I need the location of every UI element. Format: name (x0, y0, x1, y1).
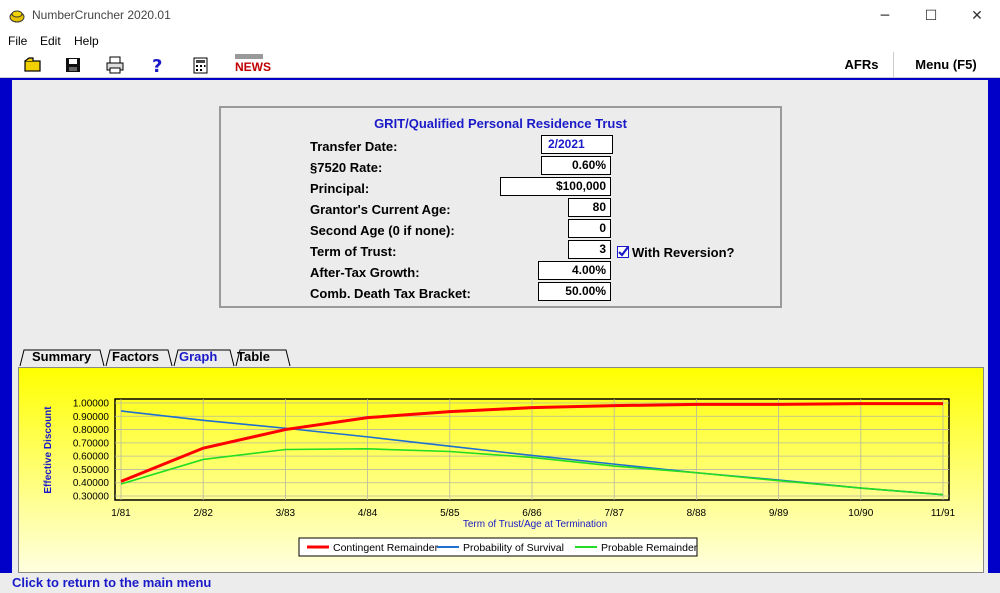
main-panel: GRIT/Qualified Personal Residence Trust … (12, 80, 988, 573)
y-tick-label: 0.80000 (73, 425, 110, 436)
principal-label: Principal: (310, 181, 370, 196)
second-age-label: Second Age (0 if none): (310, 223, 455, 238)
menu-f5-button[interactable]: Menu (F5) (893, 52, 998, 78)
term-field[interactable]: 3 (568, 240, 611, 259)
tab-graph[interactable]: Graph (179, 349, 217, 364)
print-icon[interactable] (105, 55, 125, 75)
effective-discount-chart: 1.00000 0.90000 0.80000 0.70000 0.60000 0.500… (19, 368, 983, 572)
grantor-age-label: Grantor's Current Age: (310, 202, 451, 217)
tab-table[interactable]: Table (237, 349, 270, 364)
principal-field[interactable]: $100,000 (500, 177, 611, 196)
news-icon[interactable]: NEWS (235, 54, 271, 76)
transfer-date-label: Transfer Date: (310, 139, 398, 154)
x-tick-label: 5/85 (440, 508, 460, 519)
term-label: Term of Trust: (310, 244, 397, 259)
tab-factors[interactable]: Factors (112, 349, 159, 364)
legend-label: Contingent Remainder (333, 542, 439, 554)
graph-panel: 1.00000 0.90000 0.80000 0.70000 0.60000 0.500… (18, 367, 984, 573)
menu-file[interactable]: File (8, 34, 27, 48)
y-tick-label: 1.00000 (73, 399, 110, 410)
x-tick-label: 2/82 (193, 508, 213, 519)
checkmark-icon (618, 246, 629, 257)
legend-label: Probable Remainder (601, 542, 698, 554)
y-tick-label: 0.90000 (73, 412, 110, 423)
y-axis-label: Effective Discount (43, 406, 54, 494)
maximize-button[interactable]: ☐ (908, 0, 954, 32)
y-tick-label: 0.50000 (73, 465, 110, 476)
x-axis-label: Term of Trust/Age at Termination (463, 519, 607, 530)
legend-label: Probability of Survival (463, 542, 564, 554)
y-tick-label: 0.40000 (73, 478, 110, 489)
status-text[interactable]: Click to return to the main menu (12, 575, 211, 590)
app-icon (9, 10, 25, 23)
tab-summary[interactable]: Summary (32, 349, 91, 364)
title-bar: NumberCruncher 2020.01 ─ ☐ ✕ (0, 0, 1000, 32)
menu-edit[interactable]: Edit (40, 34, 61, 48)
x-tick-label: 7/87 (604, 508, 624, 519)
open-folder-icon[interactable] (23, 55, 43, 75)
x-tick-label: 3/83 (276, 508, 296, 519)
second-age-field[interactable]: 0 (568, 219, 611, 238)
save-icon[interactable] (63, 55, 83, 75)
y-tick-label: 0.30000 (73, 492, 110, 503)
help-question-icon[interactable]: ? (148, 55, 168, 75)
x-tick-label: 10/90 (848, 508, 873, 519)
news-label: NEWS (235, 60, 271, 74)
y-tick-label: 0.70000 (73, 438, 110, 449)
x-tick-label: 6/86 (522, 508, 542, 519)
transfer-date-field[interactable]: 2/2021 (541, 135, 613, 154)
reversion-label: With Reversion? (632, 245, 735, 260)
reversion-checkbox[interactable] (617, 246, 629, 258)
x-tick-label: 8/88 (687, 508, 707, 519)
chart-legend: Contingent Remainder Probability of Survi… (298, 537, 698, 557)
y-tick-label: 0.60000 (73, 452, 110, 463)
calculator-icon[interactable] (191, 55, 211, 75)
main-stage: GRIT/Qualified Personal Residence Trust … (0, 78, 1000, 573)
bracket-label: Comb. Death Tax Bracket: (310, 286, 471, 301)
minimize-button[interactable]: ─ (862, 0, 908, 32)
menu-help[interactable]: Help (74, 34, 99, 48)
close-button[interactable]: ✕ (954, 0, 1000, 32)
form-title: GRIT/Qualified Personal Residence Trust (374, 116, 627, 131)
status-bar[interactable]: Click to return to the main menu (0, 573, 1000, 593)
svg-text:?: ? (152, 56, 162, 75)
trust-form: GRIT/Qualified Personal Residence Trust … (219, 106, 782, 308)
news-icon-header (235, 54, 263, 59)
x-tick-label: 1/81 (111, 508, 131, 519)
x-tick-label: 4/84 (358, 508, 378, 519)
window-title: NumberCruncher 2020.01 (32, 8, 171, 22)
afrs-button[interactable]: AFRs (830, 52, 893, 78)
rate-label: §7520 Rate: (310, 160, 383, 175)
rate-field[interactable]: 0.60% (541, 156, 611, 175)
growth-field[interactable]: 4.00% (538, 261, 611, 280)
x-tick-label: 9/89 (769, 508, 789, 519)
x-tick-label: 11/91 (931, 508, 956, 519)
grantor-age-field[interactable]: 80 (568, 198, 611, 217)
bracket-field[interactable]: 50.00% (538, 282, 611, 301)
menu-bar: File Edit Help (0, 32, 1000, 52)
toolbar: ? NEWS AFRs Menu (F5) (0, 52, 1000, 78)
growth-label: After-Tax Growth: (310, 265, 420, 280)
